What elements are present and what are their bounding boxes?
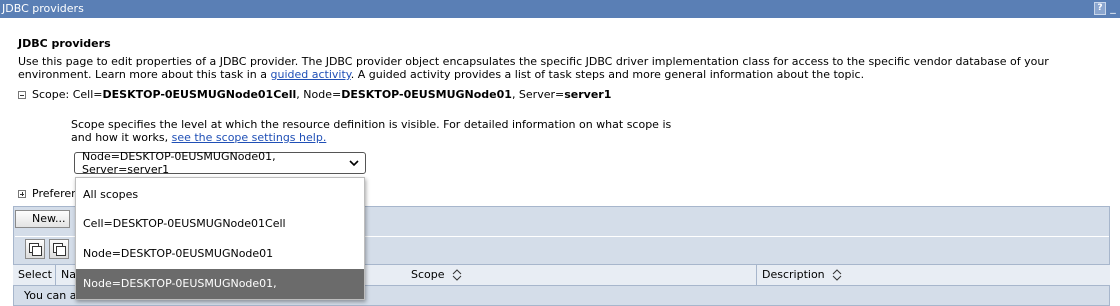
scope-help-text: Scope specifies the level at which the r… (71, 118, 691, 144)
scope-select-value: Node=DESKTOP-0EUSMUGNode01, Server=serve… (82, 150, 276, 176)
expand-icon[interactable] (18, 189, 26, 198)
scope-cell: DESKTOP-0EUSMUGNode01Cell (102, 88, 297, 101)
window-title: JDBC providers (2, 2, 84, 15)
scope-help-body: Scope specifies the level at which the r… (71, 118, 672, 144)
guided-activity-link[interactable]: guided activity (271, 68, 351, 81)
scope-prefix: Scope: Cell= (32, 88, 103, 101)
help-icon[interactable]: ? (1094, 2, 1106, 15)
page-title: JDBC providers (18, 37, 111, 50)
scope-node-sep: , Node= (296, 88, 342, 101)
window-titlebar: JDBC providers ? _ (0, 0, 1120, 18)
minimize-icon[interactable]: _ (1108, 2, 1118, 15)
column-description[interactable]: Description (757, 265, 1108, 285)
new-button[interactable]: New... (15, 210, 70, 228)
scope-option-server[interactable]: Node=DESKTOP-0EUSMUGNode01, Server=serve… (76, 269, 364, 299)
scope-node: DESKTOP-0EUSMUGNode01 (341, 88, 512, 101)
column-scope[interactable]: Scope (406, 265, 757, 285)
chevron-down-icon (349, 160, 359, 167)
preferences-section[interactable]: Preferen (18, 187, 78, 200)
scope-option-all[interactable]: All scopes (76, 180, 364, 210)
select-all-icon[interactable] (25, 239, 45, 259)
scope-select[interactable]: Node=DESKTOP-0EUSMUGNode01, Server=serve… (74, 150, 366, 176)
collapse-icon[interactable] (18, 90, 26, 99)
page-description: Use this page to edit properties of a JD… (18, 55, 1108, 81)
scope-option-cell[interactable]: Cell=DESKTOP-0EUSMUGNode01Cell (76, 209, 364, 239)
column-select: Select (13, 265, 56, 285)
scope-dropdown-list: All scopes Cell=DESKTOP-0EUSMUGNode01Cel… (75, 177, 365, 300)
description-text-2: . A guided activity provides a list of t… (350, 68, 865, 81)
scope-server: server1 (564, 88, 612, 101)
scope-server-sep: , Server= (511, 88, 565, 101)
scope-summary: Scope: Cell= DESKTOP-0EUSMUGNode01Cell, N… (18, 88, 611, 101)
sort-icon (452, 269, 462, 281)
scope-settings-help-link[interactable]: see the scope settings help. (172, 131, 327, 144)
sort-icon (832, 269, 842, 281)
preferences-label: Preferen (32, 187, 79, 200)
deselect-all-icon[interactable] (49, 239, 69, 259)
scope-option-node[interactable]: Node=DESKTOP-0EUSMUGNode01 (76, 239, 364, 269)
